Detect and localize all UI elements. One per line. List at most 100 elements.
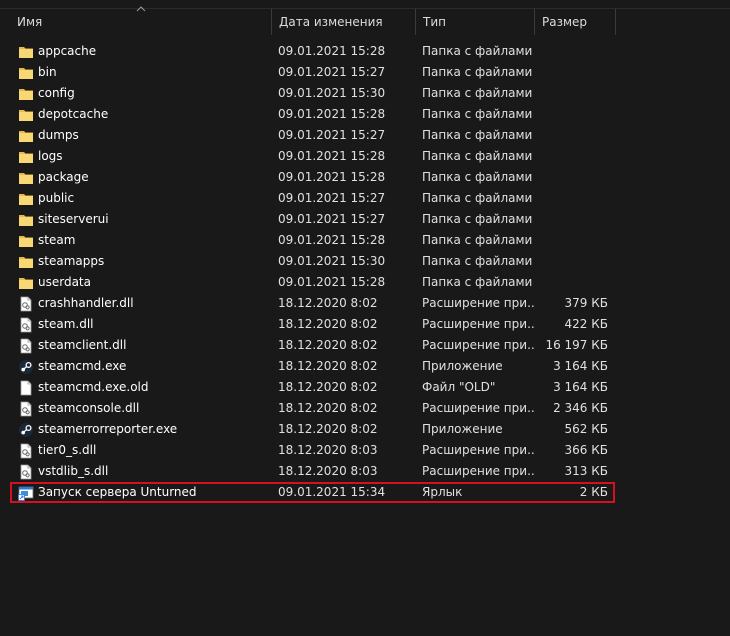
file-type: Папка с файлами [422, 128, 533, 142]
file-name: tier0_s.dll [38, 443, 97, 457]
file-size: 3 164 КБ [553, 380, 608, 394]
file-size [536, 251, 608, 272]
file-name: steamapps [38, 254, 105, 268]
file-type: Расширение при... [422, 338, 534, 352]
file-date-modified: 18.12.2020 8:02 [278, 422, 378, 436]
dll-file-icon [18, 338, 34, 354]
file-name: userdata [38, 275, 91, 289]
file-size [536, 188, 608, 209]
folder-row[interactable]: steamapps 09.01.2021 15:30 Папка с файлами [10, 251, 615, 272]
file-type: Папка с файлами [422, 191, 533, 205]
file-name: config [38, 86, 75, 100]
file-row[interactable]: crashhandler.dll 18.12.2020 8:02 Расширени… [10, 293, 615, 314]
file-name: Запуск сервера Unturned [38, 485, 197, 499]
file-type: Расширение при... [422, 464, 534, 478]
file-explorer-window: Имя Дата изменения Тип Размер appcache 09… [0, 0, 730, 636]
file-row[interactable]: steamclient.dll 18.12.2020 8:02 Расширение… [10, 335, 615, 356]
file-date-modified: 09.01.2021 15:28 [278, 233, 386, 247]
folder-icon [18, 233, 34, 249]
file-name: depotcache [38, 107, 109, 121]
steam-app-icon [18, 422, 34, 438]
file-type: Папка с файлами [422, 65, 533, 79]
file-date-modified: 09.01.2021 15:28 [278, 149, 386, 163]
folder-icon [18, 65, 34, 81]
file-date-modified: 09.01.2021 15:27 [278, 191, 386, 205]
file-name: siteserverui [38, 212, 109, 226]
folder-row[interactable]: appcache 09.01.2021 15:28 Папка с файлами [10, 41, 615, 62]
file-row[interactable]: tier0_s.dll 18.12.2020 8:03 Расширение при… [10, 440, 615, 461]
file-size [536, 62, 608, 83]
file-row[interactable]: steamerrorreporter.exe 18.12.2020 8:02 При… [10, 419, 615, 440]
generic-file-icon [18, 380, 34, 396]
file-date-modified: 09.01.2021 15:34 [278, 485, 386, 499]
shortcut-icon [18, 485, 34, 501]
file-size [536, 230, 608, 251]
folder-row[interactable]: siteserverui 09.01.2021 15:27 Папка с файл… [10, 209, 615, 230]
file-row[interactable]: steamcmd.exe 18.12.2020 8:02 Приложение 3 1… [10, 356, 615, 377]
file-size: 2 КБ [579, 485, 608, 499]
file-size [536, 272, 608, 293]
folder-row[interactable]: steam 09.01.2021 15:28 Папка с файлами [10, 230, 615, 251]
file-date-modified: 09.01.2021 15:27 [278, 65, 386, 79]
file-size [536, 104, 608, 125]
dll-file-icon [18, 296, 34, 312]
file-size [536, 41, 608, 62]
file-name: dumps [38, 128, 79, 142]
file-type: Расширение при... [422, 317, 534, 331]
column-header-type[interactable]: Тип [416, 9, 535, 35]
file-name: steamconsole.dll [38, 401, 140, 415]
folder-row[interactable]: bin 09.01.2021 15:27 Папка с файлами [10, 62, 615, 83]
file-date-modified: 09.01.2021 15:28 [278, 170, 386, 184]
file-row[interactable]: vstdlib_s.dll 18.12.2020 8:03 Расширение п… [10, 461, 615, 482]
folder-row[interactable]: public 09.01.2021 15:27 Папка с файлами [10, 188, 615, 209]
folder-icon [18, 275, 34, 291]
folder-row[interactable]: dumps 09.01.2021 15:27 Папка с файлами [10, 125, 615, 146]
folder-row[interactable]: userdata 09.01.2021 15:28 Папка с файлами [10, 272, 615, 293]
file-name: steam.dll [38, 317, 94, 331]
file-row[interactable]: steam.dll 18.12.2020 8:02 Расширение при..… [10, 314, 615, 335]
file-type: Папка с файлами [422, 212, 533, 226]
file-type: Ярлык [422, 485, 463, 499]
file-date-modified: 18.12.2020 8:02 [278, 380, 378, 394]
folder-icon [18, 170, 34, 186]
file-name: appcache [38, 44, 97, 58]
file-type: Папка с файлами [422, 254, 533, 268]
file-row[interactable]: steamcmd.exe.old 18.12.2020 8:02 Файл "OLD… [10, 377, 615, 398]
file-date-modified: 09.01.2021 15:28 [278, 107, 386, 121]
file-date-modified: 18.12.2020 8:03 [278, 443, 378, 457]
file-size: 2 346 КБ [553, 401, 608, 415]
column-header-size[interactable]: Размер [535, 9, 616, 35]
file-name: steamerrorreporter.exe [38, 422, 178, 436]
folder-row[interactable]: package 09.01.2021 15:28 Папка с файлами [10, 167, 615, 188]
file-type: Папка с файлами [422, 86, 533, 100]
file-name: vstdlib_s.dll [38, 464, 109, 478]
folder-icon [18, 212, 34, 228]
file-date-modified: 09.01.2021 15:30 [278, 254, 386, 268]
folder-row[interactable]: depotcache 09.01.2021 15:28 Папка с файлам… [10, 104, 615, 125]
folder-icon [18, 149, 34, 165]
folder-icon [18, 128, 34, 144]
file-type: Приложение [422, 359, 503, 373]
file-type: Папка с файлами [422, 107, 533, 121]
column-header-name[interactable]: Имя [10, 9, 272, 35]
file-row[interactable]: steamconsole.dll 18.12.2020 8:02 Расширени… [10, 398, 615, 419]
file-type: Расширение при... [422, 443, 534, 457]
file-size [536, 125, 608, 146]
dll-file-icon [18, 464, 34, 480]
file-name: steamcmd.exe.old [38, 380, 149, 394]
file-name: bin [38, 65, 57, 79]
file-size [536, 167, 608, 188]
folder-icon [18, 107, 34, 123]
file-type: Файл "OLD" [422, 380, 496, 394]
folder-row[interactable]: config 09.01.2021 15:30 Папка с файлами [10, 83, 615, 104]
file-row-selected[interactable]: Запуск сервера Unturned 09.01.2021 15:34 Я… [10, 482, 615, 503]
steam-app-icon [18, 359, 34, 375]
file-date-modified: 09.01.2021 15:27 [278, 212, 386, 226]
file-date-modified: 18.12.2020 8:03 [278, 464, 378, 478]
file-size [536, 146, 608, 167]
column-header-date[interactable]: Дата изменения [272, 9, 416, 35]
folder-row[interactable]: logs 09.01.2021 15:28 Папка с файлами [10, 146, 615, 167]
file-size: 562 КБ [564, 422, 608, 436]
file-name: logs [38, 149, 63, 163]
file-name: public [38, 191, 75, 205]
